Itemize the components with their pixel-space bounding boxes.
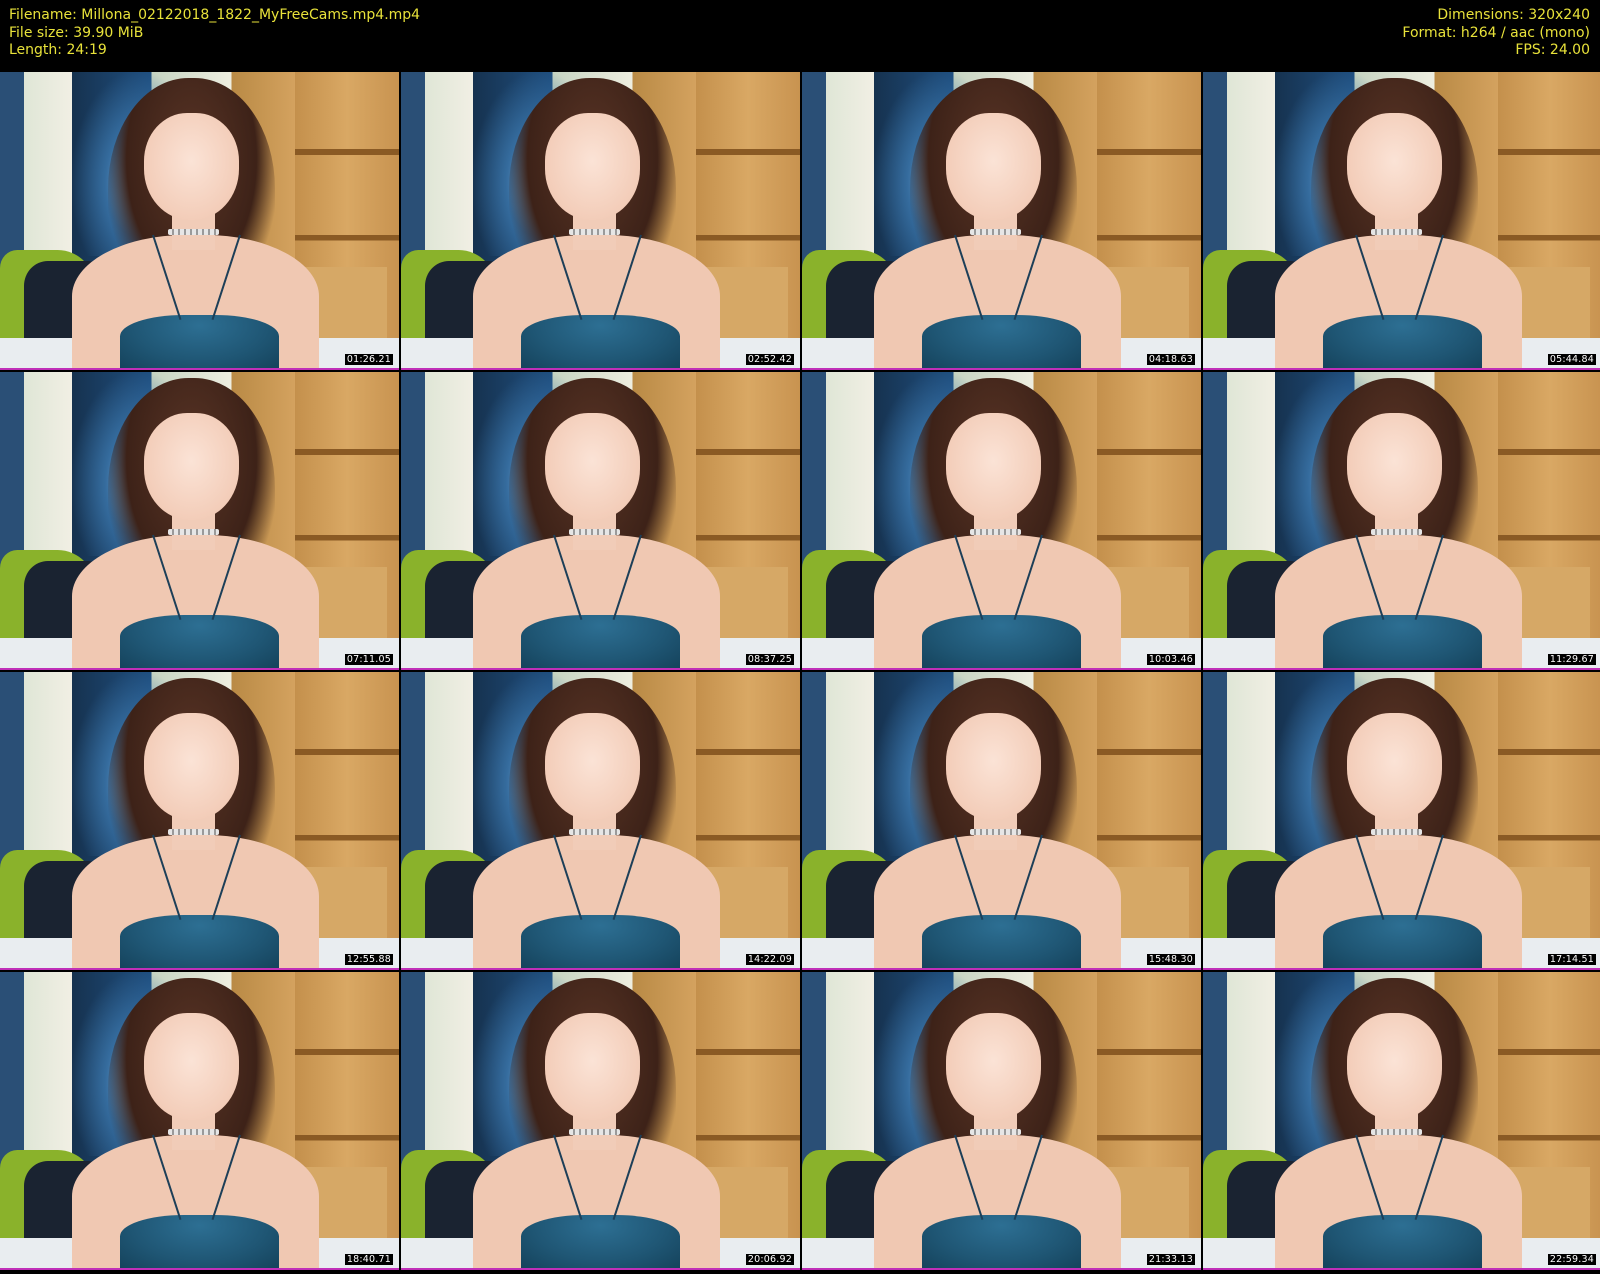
frame-timestamp: 22:59.34 <box>1547 1254 1596 1265</box>
file-size-text: File size: 39.90 MiB <box>9 24 144 41</box>
frame-timestamp: 18:40.71 <box>344 1254 393 1265</box>
frame-timestamp: 20:06.92 <box>745 1254 794 1265</box>
person-image <box>143 713 240 820</box>
person-image <box>544 413 641 520</box>
dimensions-text: Dimensions: 320x240 <box>1437 7 1590 23</box>
file-info-right: Dimensions: 320x240 Format: h264 / aac (… <box>1402 7 1590 60</box>
person-image <box>544 713 641 820</box>
format-text: Format: h264 / aac (mono) <box>1402 24 1590 41</box>
thumbnail-frame: 08:37.25 <box>401 372 800 670</box>
thumbnail-frame: 11:29.67 <box>1203 372 1600 670</box>
frame-timestamp: 15:48.30 <box>1146 954 1195 965</box>
file-info-left: Filename: Millona_02122018_1822_MyFreeCa… <box>9 7 420 60</box>
frame-timestamp: 17:14.51 <box>1547 954 1596 965</box>
thumbnail-frame: 10:03.46 <box>802 372 1201 670</box>
thumbnail-frame: 21:33.13 <box>802 972 1201 1270</box>
frame-timestamp: 08:37.25 <box>745 654 794 665</box>
person-image <box>945 413 1042 520</box>
filename-text: Filename: Millona_02122018_1822_MyFreeCa… <box>9 7 421 23</box>
fps-text: FPS: 24.00 <box>1515 42 1590 58</box>
person-image <box>143 413 240 520</box>
frame-timestamp: 11:29.67 <box>1547 654 1596 665</box>
person-image <box>945 1013 1042 1120</box>
frame-timestamp: 05:44.84 <box>1547 354 1596 365</box>
frame-timestamp: 01:26.21 <box>344 354 393 365</box>
thumbnail-frame: 14:22.09 <box>401 672 800 970</box>
person-image <box>1346 1013 1443 1120</box>
frame-timestamp: 07:11.05 <box>344 654 393 665</box>
thumbnail-frame: 17:14.51 <box>1203 672 1600 970</box>
thumbnail-frame: 07:11.05 <box>0 372 399 670</box>
person-image <box>1346 713 1443 820</box>
thumbnail-frame: 15:48.30 <box>802 672 1201 970</box>
thumbnail-frame: 02:52.42 <box>401 72 800 370</box>
frame-timestamp: 14:22.09 <box>745 954 794 965</box>
thumbnail-frame: 18:40.71 <box>0 972 399 1270</box>
thumbnail-frame: 01:26.21 <box>0 72 399 370</box>
frame-timestamp: 12:55.88 <box>344 954 393 965</box>
thumbnail-frame: 04:18.63 <box>802 72 1201 370</box>
thumbnail-frame: 12:55.88 <box>0 672 399 970</box>
length-text: Length: 24:19 <box>9 42 107 58</box>
person-image <box>143 1013 240 1120</box>
person-image <box>1346 113 1443 220</box>
person-image <box>945 713 1042 820</box>
info-header: Filename: Millona_02122018_1822_MyFreeCa… <box>0 0 1600 72</box>
person-image <box>1346 413 1443 520</box>
person-image <box>544 113 641 220</box>
thumbnail-grid: 01:26.21 02:52.42 04:18.63 05:44.84 07:1… <box>0 72 1600 1274</box>
person-image <box>945 113 1042 220</box>
frame-timestamp: 21:33.13 <box>1146 1254 1195 1265</box>
person-image <box>544 1013 641 1120</box>
frame-timestamp: 04:18.63 <box>1146 354 1195 365</box>
person-image <box>143 113 240 220</box>
frame-timestamp: 02:52.42 <box>745 354 794 365</box>
thumbnail-frame: 05:44.84 <box>1203 72 1600 370</box>
thumbnail-frame: 22:59.34 <box>1203 972 1600 1270</box>
thumbnail-frame: 20:06.92 <box>401 972 800 1270</box>
frame-timestamp: 10:03.46 <box>1146 654 1195 665</box>
